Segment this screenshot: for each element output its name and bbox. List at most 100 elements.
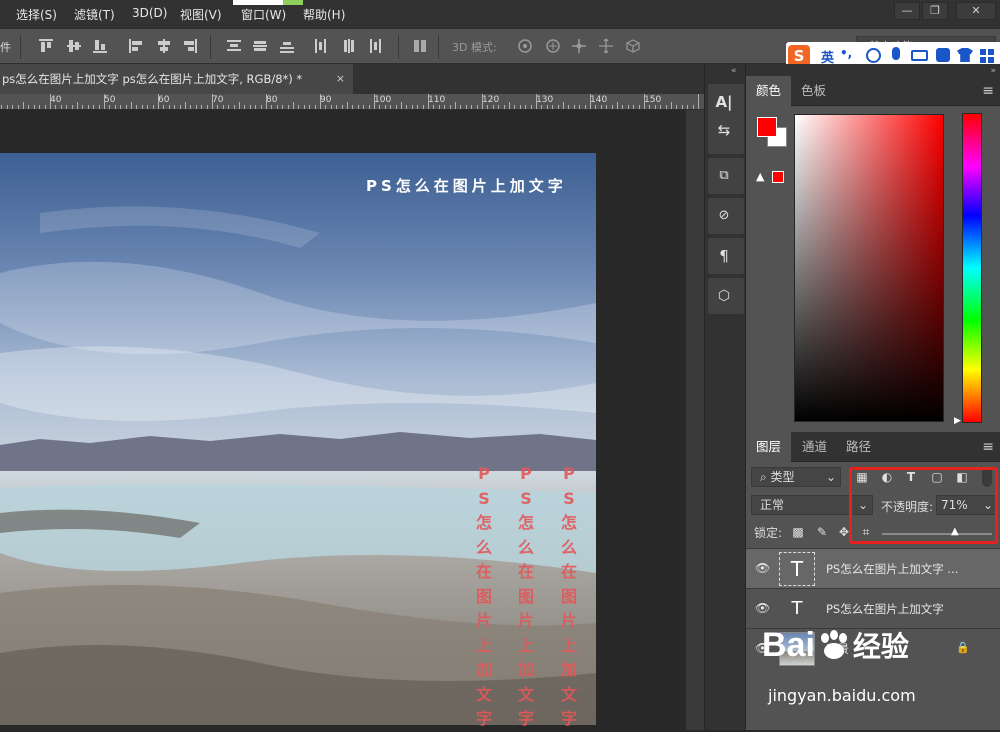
3d-scale-icon[interactable] (625, 38, 641, 54)
foreground-color-swatch-top[interactable] (757, 117, 777, 137)
tab-color[interactable]: 颜色 (746, 76, 792, 106)
3d-layers-icon[interactable]: ⧉ (715, 166, 733, 186)
ime-menu-icon[interactable] (980, 48, 994, 63)
tab-paths[interactable]: 路径 (836, 432, 881, 462)
minimize-button[interactable]: — (894, 2, 920, 20)
distribute-right-icon[interactable] (367, 38, 383, 54)
menu-view[interactable]: 视图(V) (180, 6, 222, 23)
3d-rotate-icon[interactable] (517, 38, 533, 54)
layer-name[interactable]: PS怎么在图片上加文字 (826, 601, 944, 617)
canvas-title-text[interactable]: PS怎么在图片上加文字 (366, 175, 567, 196)
ruler-tick (98, 105, 100, 109)
align-hcenter-icon[interactable] (156, 38, 172, 54)
close-window-button[interactable]: ✕ (956, 2, 996, 20)
vertical-text-3[interactable]: PS怎么在图片上加文字 (559, 462, 579, 732)
tab-swatches[interactable]: 色板 (791, 76, 836, 106)
panel-menu-icon[interactable]: ≡ (982, 83, 994, 99)
ruler-tick (28, 105, 30, 109)
ruler-tick (185, 102, 186, 109)
distribute-vcenter-icon[interactable] (252, 38, 268, 54)
hue-marker-icon[interactable]: ▶ (954, 416, 961, 426)
align-vcenter-icon[interactable] (66, 38, 82, 54)
auto-align-icon[interactable] (412, 38, 428, 54)
gamut-warning-icon[interactable]: ▲ (756, 170, 764, 183)
ruler-tick (357, 105, 359, 109)
ruler-tick (503, 105, 505, 109)
distribute-left-icon[interactable] (313, 38, 329, 54)
ruler-tick (649, 105, 651, 109)
layer-filter-select[interactable]: ⌕ 类型 ⌄ (751, 467, 841, 487)
canvas-image[interactable] (0, 153, 596, 725)
ruler-tick (55, 105, 57, 109)
color-field[interactable] (794, 114, 944, 422)
skin-icon[interactable] (957, 48, 973, 62)
restore-button[interactable]: ❐ (922, 2, 948, 20)
visibility-eye-icon[interactable]: 👁 (755, 601, 771, 617)
divider (438, 35, 439, 59)
ruler-tick (476, 105, 478, 109)
layer-name[interactable]: PS怎么在图片上加文字 ... (826, 561, 958, 577)
expand-icon[interactable]: » (990, 66, 996, 76)
layers-panel-tabs: 图层 通道 路径 ≡ (746, 432, 1000, 462)
visibility-eye-icon[interactable]: 👁 (755, 561, 771, 577)
ruler-tick (579, 105, 581, 109)
ruler-tick (384, 105, 386, 109)
emoji-icon[interactable] (866, 48, 881, 63)
canvas-scrollbar[interactable] (686, 110, 704, 730)
close-tab-icon[interactable]: × (336, 64, 345, 94)
distribute-top-icon[interactable] (226, 38, 242, 54)
collapse-icon[interactable]: « (731, 66, 737, 76)
toolbox-icon[interactable] (936, 48, 950, 62)
3d-object-icon[interactable]: ⬡ (715, 286, 733, 306)
menu-select[interactable]: 选择(S) (16, 6, 57, 23)
baidu-jingyan-logo: Bai 经验 (762, 625, 909, 665)
distribute-hcenter-icon[interactable] (341, 38, 357, 54)
paragraph-icon[interactable]: ¶ (715, 246, 733, 266)
ruler-tick (449, 105, 451, 109)
align-left-icon[interactable] (128, 38, 144, 54)
menu-3d[interactable]: 3D(D) (132, 6, 167, 20)
ruler-tick (460, 105, 462, 109)
character-icon[interactable]: A| (715, 92, 733, 112)
ruler-tick (298, 105, 300, 109)
align-right-icon[interactable] (182, 38, 198, 54)
ruler-tick (282, 105, 284, 109)
vertical-text-2[interactable]: PS怎么在图片上加文字 (516, 462, 536, 732)
align-bottom-icon[interactable] (92, 38, 108, 54)
3d-roll-icon[interactable] (545, 38, 561, 54)
vertical-text-1[interactable]: PS怎么在图片上加文字 (474, 462, 494, 732)
lock-pixels-icon[interactable]: ✎ (814, 524, 830, 540)
3d-slide-icon[interactable] (598, 38, 614, 54)
distribute-bottom-icon[interactable] (279, 38, 295, 54)
hue-slider[interactable] (962, 113, 982, 423)
ruler-tick (314, 105, 316, 109)
3d-pan-icon[interactable] (571, 38, 587, 54)
menu-window[interactable]: 窗口(W) (241, 6, 286, 23)
ruler-tick (638, 105, 640, 109)
ruler-label: 150 (644, 95, 662, 105)
lock-transparent-icon[interactable]: ▩ (790, 524, 806, 540)
gamut-warning-swatch[interactable] (772, 171, 784, 183)
tab-layers[interactable]: 图层 (746, 432, 792, 462)
document-tab[interactable]: ps怎么在图片上加文字 ps怎么在图片上加文字, RGB/8*) * × (0, 64, 353, 94)
brush-presets-icon[interactable]: ⇆ (715, 120, 733, 140)
text-layer-thumbnail-icon: T (779, 552, 815, 586)
clone-source-icon[interactable]: ⊘ (715, 206, 733, 226)
ruler-tick (174, 105, 176, 109)
ime-punct-toggle[interactable]: •, (840, 46, 852, 60)
layer-row[interactable]: 👁 T PS怎么在图片上加文字 (746, 588, 1000, 628)
menu-filter[interactable]: 滤镜(T) (74, 6, 115, 23)
layer-row[interactable]: 👁 T PS怎么在图片上加文字 ... (746, 548, 1000, 588)
menu-help[interactable]: 帮助(H) (303, 6, 345, 23)
keyboard-icon[interactable] (911, 50, 928, 61)
panel-menu-icon[interactable]: ≡ (982, 439, 994, 455)
ruler-tick (665, 105, 667, 109)
tab-channels[interactable]: 通道 (792, 432, 837, 462)
align-top-icon[interactable] (38, 38, 54, 54)
ruler-tick (233, 105, 235, 109)
ruler-tick (217, 105, 219, 109)
microphone-icon[interactable] (892, 47, 900, 60)
ruler-tick (471, 105, 473, 109)
ruler-label: 100 (374, 95, 392, 105)
ruler-tick (676, 105, 678, 109)
